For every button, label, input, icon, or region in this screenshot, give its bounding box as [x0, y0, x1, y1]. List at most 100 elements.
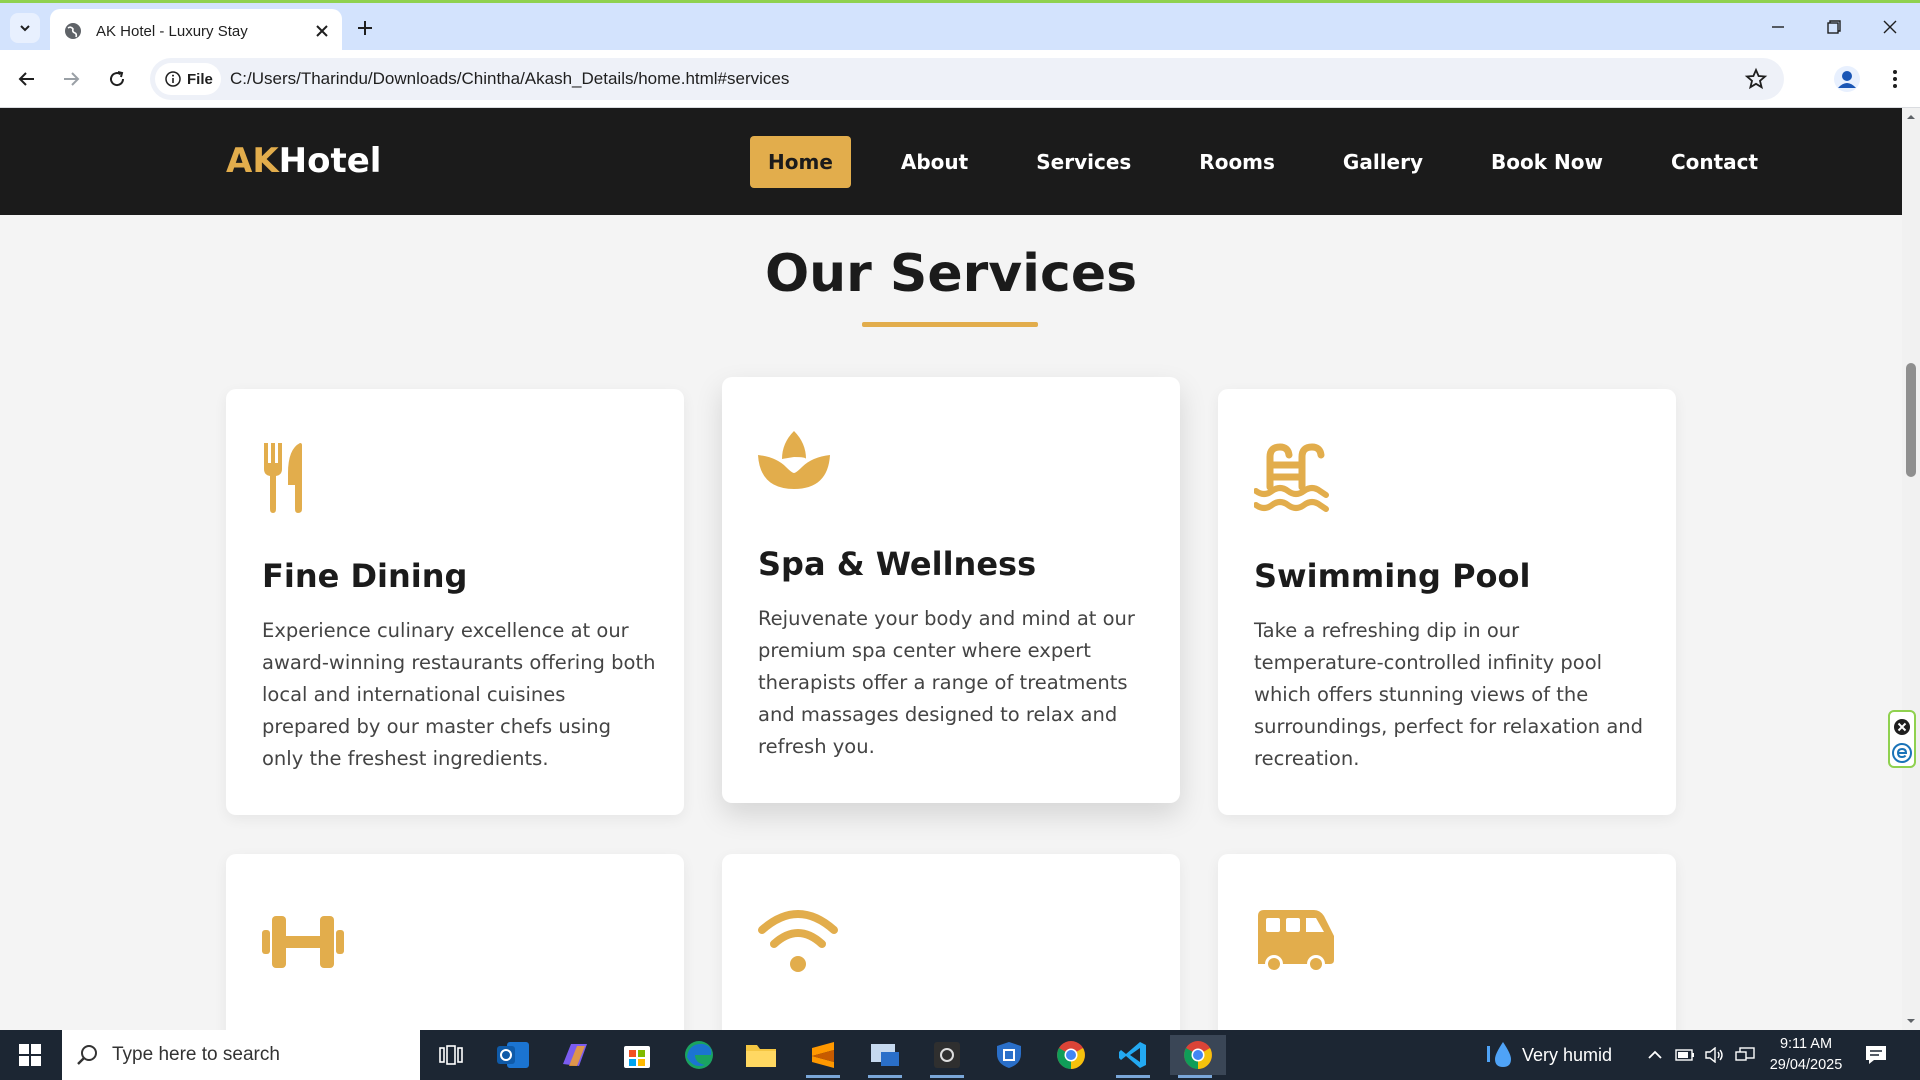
taskbar-copilot[interactable] — [550, 1035, 600, 1075]
taskbar-file-explorer[interactable] — [736, 1035, 786, 1075]
taskbar-clock[interactable]: 9:11 AM 29/04/2025 — [1768, 1034, 1844, 1076]
scroll-up-arrow-icon[interactable] — [1906, 112, 1916, 122]
scroll-down-arrow-icon[interactable] — [1906, 1016, 1916, 1026]
chevron-up-icon — [1648, 1050, 1662, 1059]
close-circle-icon[interactable] — [1890, 715, 1914, 739]
nav-link-about[interactable]: About — [883, 136, 986, 188]
info-icon — [165, 71, 181, 87]
globe-icon — [65, 23, 81, 39]
network-tray[interactable] — [1734, 1045, 1756, 1065]
restore-button[interactable] — [1814, 11, 1854, 43]
service-card-fine-dining: Fine Dining Experience culinary excellen… — [226, 389, 684, 815]
speaker-icon — [1705, 1047, 1723, 1063]
profile-avatar-icon — [1834, 66, 1860, 92]
notifications-icon[interactable] — [1864, 1043, 1888, 1067]
nav-links: Home About Services Rooms Gallery Book N… — [750, 136, 1808, 188]
remote-desktop-icon — [871, 1044, 899, 1066]
card-title: Fine Dining — [262, 557, 468, 595]
browser-tab-active[interactable]: AK Hotel - Luxury Stay — [50, 9, 342, 53]
nav-link-book-now[interactable]: Book Now — [1473, 136, 1621, 188]
site-logo[interactable]: AKHotel — [226, 141, 381, 181]
tab-search-button[interactable] — [10, 13, 40, 43]
network-icon — [1735, 1047, 1755, 1061]
taskbar-chrome-active[interactable] — [1170, 1035, 1226, 1078]
windows-logo-icon — [19, 1044, 41, 1066]
back-button[interactable] — [12, 64, 42, 94]
profile-button[interactable] — [1832, 64, 1862, 94]
address-bar[interactable]: File C:/Users/Tharindu/Downloads/Chintha… — [150, 58, 1784, 100]
browser-toolbar: File C:/Users/Tharindu/Downloads/Chintha… — [0, 50, 1920, 108]
task-view-icon — [439, 1045, 463, 1065]
shield-icon — [997, 1042, 1021, 1068]
taskbar-search-box[interactable]: Type here to search — [62, 1030, 420, 1080]
weather-text: Very humid — [1522, 1044, 1613, 1065]
page-viewport: AKHotel Home About Services Rooms Galler… — [0, 108, 1902, 1030]
utensils-icon — [264, 443, 302, 513]
reload-button[interactable] — [102, 64, 132, 94]
taskbar-vscode[interactable] — [1108, 1035, 1158, 1078]
browser-menu-button[interactable] — [1880, 64, 1910, 94]
battery-tray[interactable] — [1674, 1045, 1696, 1065]
tab-close-button[interactable] — [312, 21, 332, 41]
spa-lotus-icon — [758, 431, 830, 489]
start-button[interactable] — [0, 1030, 60, 1080]
folder-icon — [746, 1045, 776, 1067]
vscode-icon — [1119, 1042, 1146, 1068]
nav-link-services[interactable]: Services — [1018, 136, 1149, 188]
task-view-button[interactable] — [426, 1035, 476, 1075]
window-close-button[interactable] — [1870, 11, 1910, 43]
logo-accent: AK — [226, 141, 279, 181]
plus-icon — [358, 21, 372, 35]
taskbar-app-remote[interactable] — [860, 1035, 910, 1078]
minimize-icon — [1772, 26, 1784, 28]
search-icon — [77, 1045, 97, 1065]
taskbar-app-obs[interactable] — [922, 1035, 972, 1078]
copilot-icon — [563, 1044, 587, 1066]
logo-text: Hotel — [278, 141, 382, 181]
taskbar-chrome[interactable] — [1046, 1035, 1096, 1075]
side-extension-widget[interactable] — [1888, 710, 1916, 768]
card-title: Spa & Wellness — [758, 545, 1037, 583]
nav-link-home[interactable]: Home — [750, 136, 851, 188]
tab-title: AK Hotel - Luxury Stay — [96, 22, 248, 40]
heading-underline — [862, 322, 1038, 327]
new-tab-button[interactable] — [352, 15, 378, 41]
swimming-pool-icon — [1254, 443, 1329, 512]
browser-tab-bar: AK Hotel - Luxury Stay — [0, 0, 1920, 53]
minimize-button[interactable] — [1758, 11, 1798, 43]
nav-link-rooms[interactable]: Rooms — [1181, 136, 1293, 188]
nav-link-gallery[interactable]: Gallery — [1325, 136, 1441, 188]
taskbar-outlook[interactable] — [488, 1035, 538, 1075]
card-title: Swimming Pool — [1254, 557, 1531, 595]
taskbar-edge[interactable] — [674, 1035, 724, 1075]
bookmark-star-icon[interactable] — [1744, 67, 1768, 91]
more-vertical-icon — [1893, 70, 1897, 88]
close-icon — [316, 25, 328, 37]
wifi-icon — [758, 910, 838, 972]
chrome-icon — [1057, 1041, 1085, 1069]
shuttle-bus-icon — [1258, 910, 1334, 973]
scrollbar-thumb[interactable] — [1906, 363, 1916, 477]
site-info-chip[interactable]: File — [155, 63, 221, 95]
taskbar-store[interactable] — [612, 1035, 662, 1075]
site-chip-label: File — [187, 70, 213, 88]
arrow-left-icon — [18, 72, 34, 86]
url-text[interactable]: C:/Users/Tharindu/Downloads/Chintha/Akas… — [230, 69, 789, 89]
extension-e-icon[interactable] — [1890, 741, 1914, 765]
store-icon — [624, 1046, 650, 1068]
chevron-down-icon — [20, 25, 30, 32]
weather-widget[interactable]: Very humid — [1484, 1030, 1612, 1080]
nav-link-contact[interactable]: Contact — [1653, 136, 1776, 188]
sublime-text-icon — [812, 1042, 834, 1068]
forward-button[interactable] — [56, 64, 86, 94]
page-scrollbar[interactable] — [1902, 108, 1920, 1030]
chrome-icon — [1184, 1041, 1212, 1069]
restore-icon — [1827, 20, 1841, 34]
taskbar-app-defender[interactable] — [984, 1035, 1034, 1075]
tray-overflow-button[interactable] — [1644, 1045, 1666, 1065]
clock-date: 29/04/2025 — [1769, 1057, 1843, 1073]
taskbar-app-sublime[interactable] — [798, 1035, 848, 1078]
edge-icon — [685, 1041, 713, 1069]
taskbar-search-placeholder: Type here to search — [112, 1044, 280, 1065]
volume-tray[interactable] — [1704, 1045, 1726, 1065]
